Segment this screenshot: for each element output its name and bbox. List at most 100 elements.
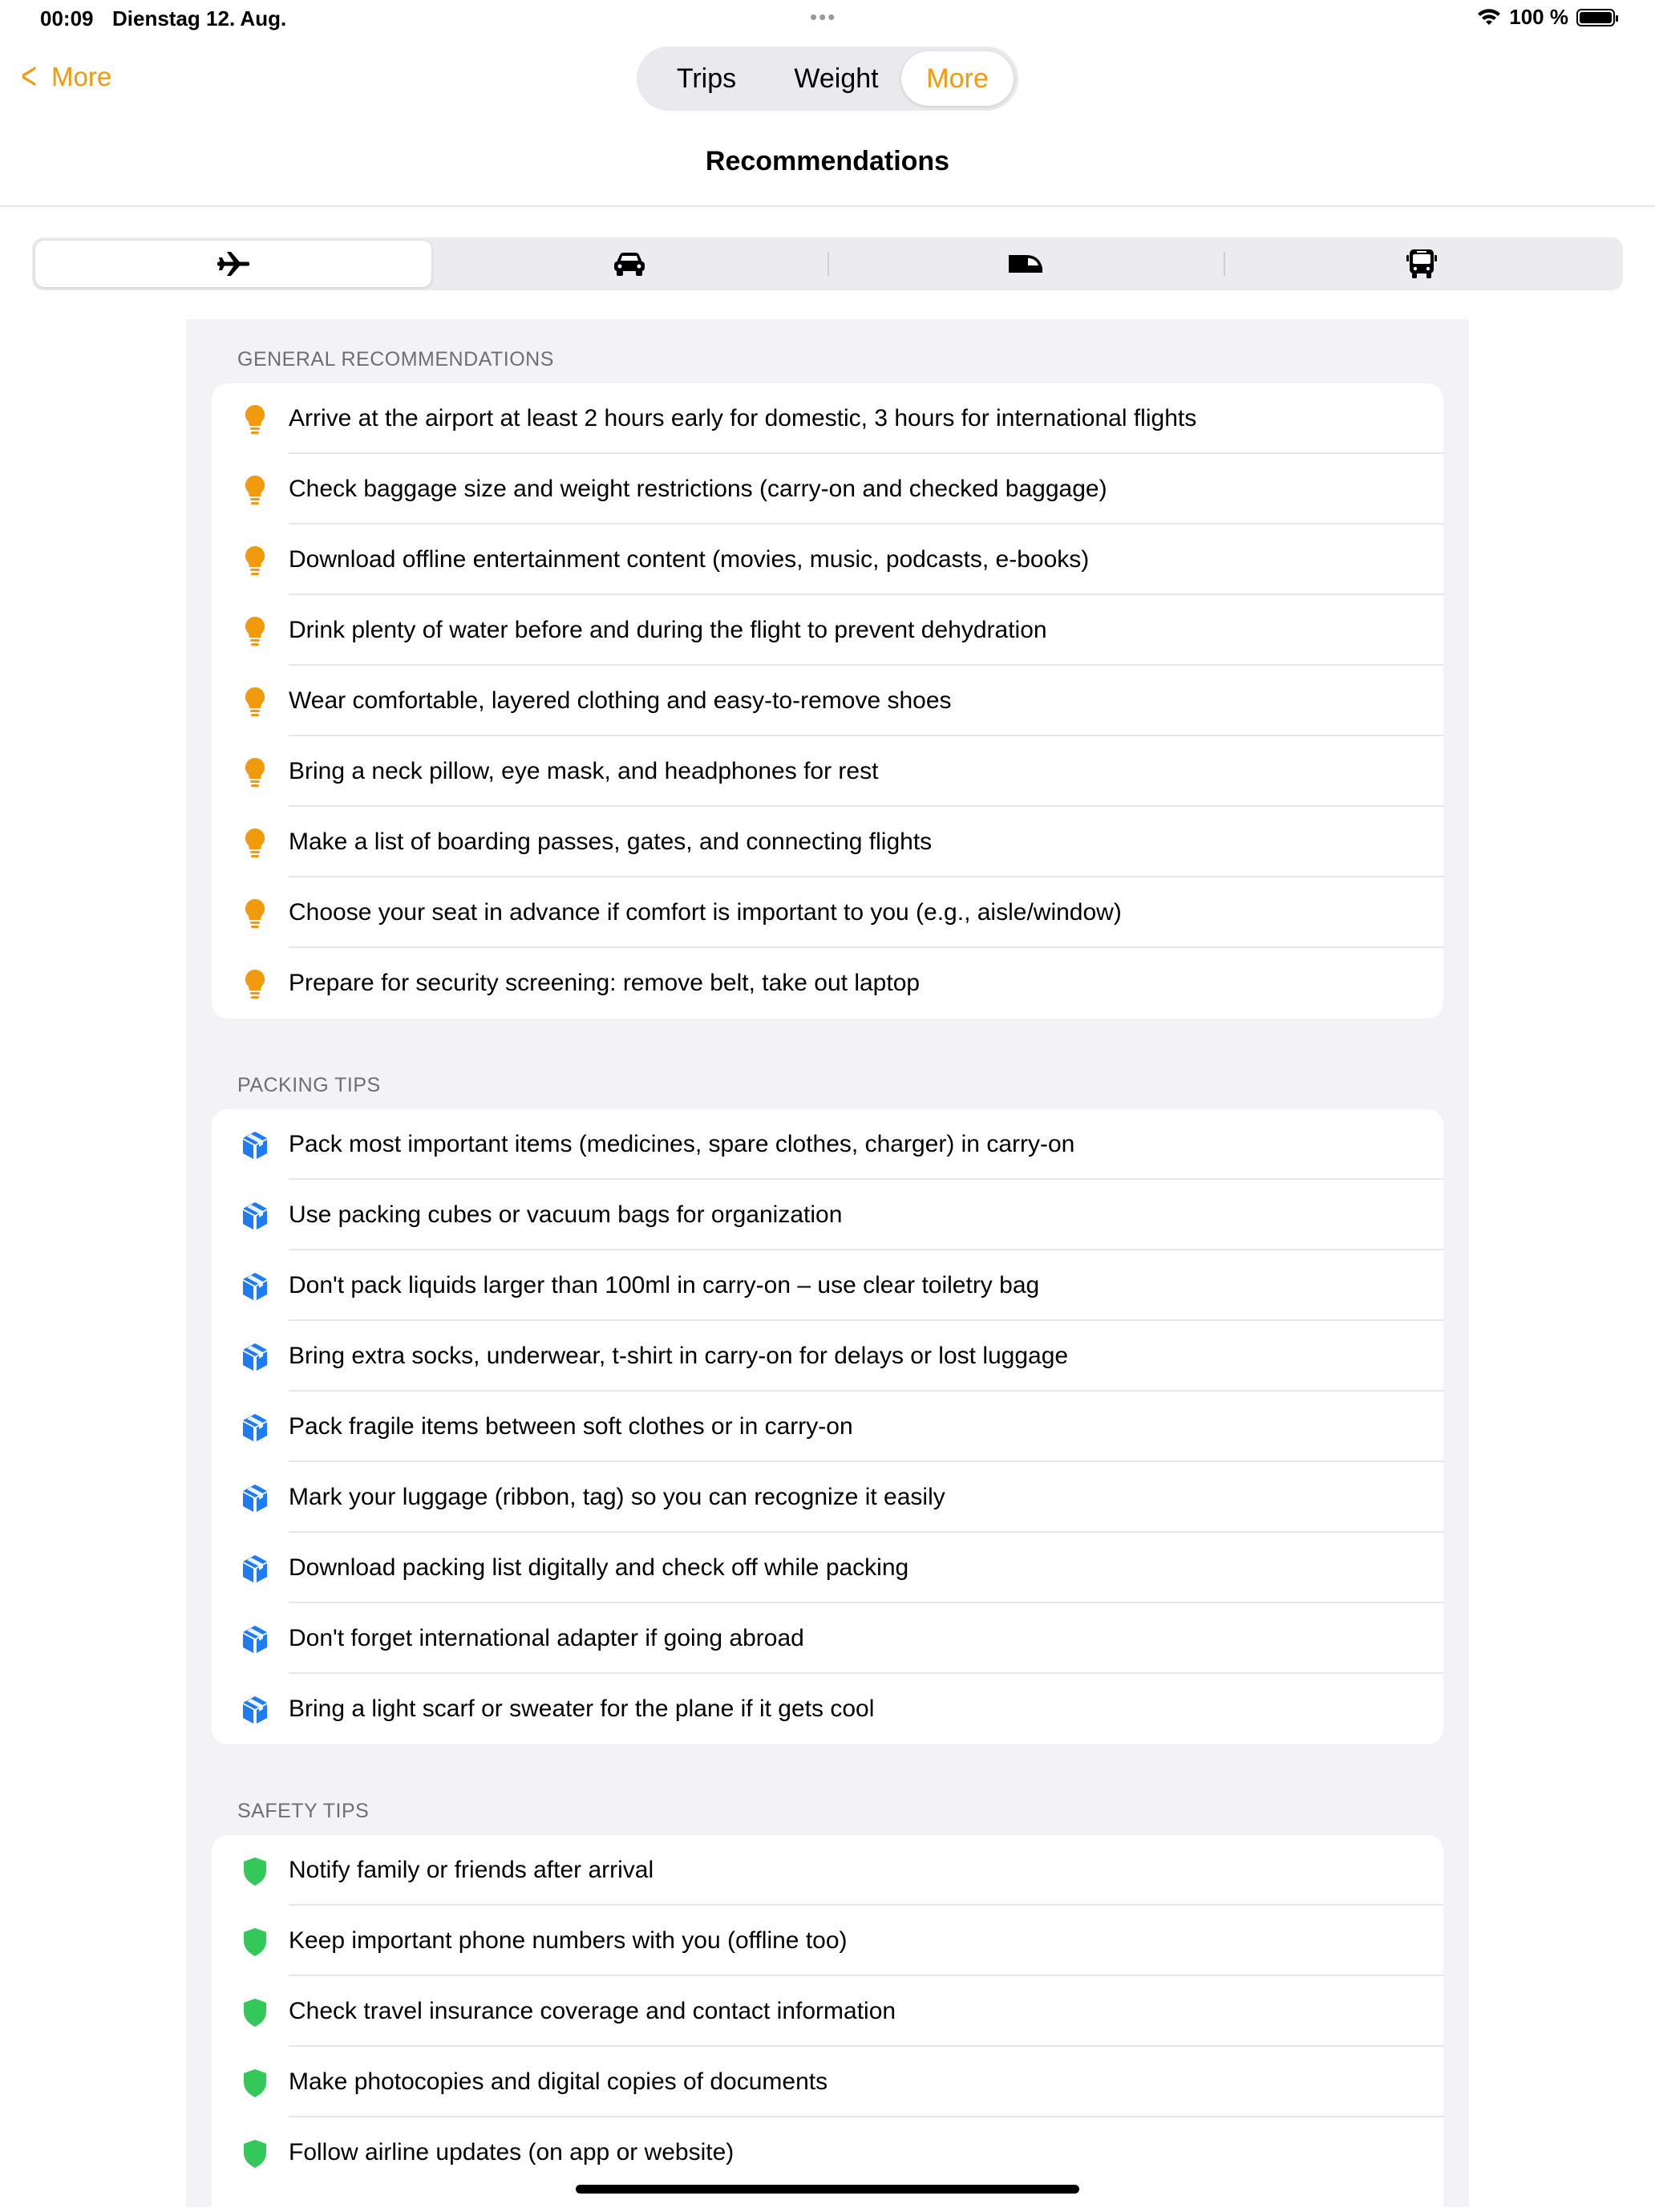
back-button[interactable]: < More	[18, 55, 112, 98]
list-item[interactable]: Don't forget international adapter if go…	[212, 1603, 1443, 1674]
list-item[interactable]: Bring extra socks, underwear, t-shirt in…	[212, 1321, 1443, 1392]
list-item-text: Bring a light scarf or sweater for the p…	[289, 1695, 875, 1722]
battery-percentage: 100 %	[1509, 5, 1568, 29]
tab-airplane[interactable]	[35, 241, 431, 287]
recommendations-panel[interactable]: GENERAL RECOMMENDATIONS Arrive at the ai…	[186, 319, 1469, 2212]
list-item[interactable]: Follow airline updates (on app or websit…	[212, 2117, 1443, 2188]
list-item-text: Wear comfortable, layered clothing and e…	[289, 687, 952, 714]
cube-icon	[241, 1412, 269, 1444]
multitasking-dots-icon[interactable]: •••	[810, 5, 836, 30]
list-item-text: Bring a neck pillow, eye mask, and headp…	[289, 758, 879, 784]
segment-more[interactable]: More	[901, 51, 1014, 106]
cube-icon	[241, 1270, 269, 1302]
list-item-text: Follow airline updates (on app or websit…	[289, 2139, 734, 2165]
list-item[interactable]: Check travel insurance coverage and cont…	[212, 1976, 1443, 2047]
cube-icon	[241, 1129, 269, 1161]
list-item-text: Bring extra socks, underwear, t-shirt in…	[289, 1343, 1069, 1369]
cube-icon	[241, 1341, 269, 1373]
section-header-safety: SAFETY TIPS	[237, 1800, 370, 1822]
list-item-text: Download packing list digitally and chec…	[289, 1554, 909, 1581]
bus-icon	[1406, 249, 1437, 278]
section-header-packing: PACKING TIPS	[237, 1074, 381, 1096]
list-item[interactable]: Download offline entertainment content (…	[212, 525, 1443, 595]
shield-icon	[241, 1926, 269, 1958]
lightbulb-icon	[241, 403, 269, 436]
nav-divider	[0, 205, 1655, 207]
list-item-text: Don't forget international adapter if go…	[289, 1625, 804, 1651]
train-icon	[1009, 255, 1042, 273]
wifi-icon	[1478, 8, 1501, 25]
list-item-text: Arrive at the airport at least 2 hours e…	[289, 405, 1197, 431]
list-item[interactable]: Wear comfortable, layered clothing and e…	[212, 666, 1443, 736]
list-item[interactable]: Use packing cubes or vacuum bags for org…	[212, 1180, 1443, 1250]
airplane-icon	[217, 252, 249, 276]
cube-icon	[241, 1482, 269, 1514]
list-item[interactable]: Make a list of boarding passes, gates, a…	[212, 807, 1443, 877]
list-item[interactable]: Make photocopies and digital copies of d…	[212, 2047, 1443, 2117]
back-button-label: More	[51, 62, 112, 91]
lightbulb-icon	[241, 615, 269, 647]
list-item-text: Pack fragile items between soft clothes …	[289, 1413, 853, 1440]
list-item[interactable]: Keep important phone numbers with you (o…	[212, 1906, 1443, 1976]
tab-train[interactable]	[828, 241, 1224, 287]
general-recommendations-list: Arrive at the airport at least 2 hours e…	[212, 383, 1443, 1019]
list-item[interactable]: Notify family or friends after arrival	[212, 1835, 1443, 1906]
list-item[interactable]: Prepare for security screening: remove b…	[212, 948, 1443, 1019]
section-header-general: GENERAL RECOMMENDATIONS	[237, 348, 554, 371]
transport-segmented-control	[32, 237, 1623, 290]
cube-icon	[241, 1623, 269, 1655]
list-item[interactable]: Drink plenty of water before and during …	[212, 595, 1443, 666]
car-icon	[614, 253, 645, 276]
battery-icon	[1576, 8, 1618, 26]
segment-trips[interactable]: Trips	[641, 51, 771, 106]
cube-icon	[241, 1553, 269, 1585]
list-item-text: Make a list of boarding passes, gates, a…	[289, 828, 933, 855]
lightbulb-icon	[241, 686, 269, 718]
home-indicator[interactable]	[576, 2185, 1079, 2194]
cube-icon	[241, 1200, 269, 1232]
list-item[interactable]: Arrive at the airport at least 2 hours e…	[212, 383, 1443, 454]
shield-icon	[241, 1855, 269, 1887]
list-item-text: Mark your luggage (ribbon, tag) so you c…	[289, 1484, 945, 1510]
list-item[interactable]: Download packing list digitally and chec…	[212, 1533, 1443, 1603]
list-item-text: Check travel insurance coverage and cont…	[289, 1998, 896, 2024]
shield-icon	[241, 1996, 269, 2028]
safety-tips-list: Notify family or friends after arrival K…	[212, 1835, 1443, 2212]
tab-bus[interactable]	[1224, 241, 1620, 287]
lightbulb-icon	[241, 897, 269, 930]
lightbulb-icon	[241, 968, 269, 1000]
page-title: Recommendations	[705, 146, 950, 176]
list-item[interactable]: Mark your luggage (ribbon, tag) so you c…	[212, 1462, 1443, 1533]
list-item[interactable]: Pack most important items (medicines, sp…	[212, 1109, 1443, 1180]
lightbulb-icon	[241, 474, 269, 506]
status-bar: 00:09 Dienstag 12. Aug. ••• 100 %	[0, 0, 1655, 38]
list-item-text: Keep important phone numbers with you (o…	[289, 1927, 848, 1954]
list-item-text: Check baggage size and weight restrictio…	[289, 476, 1107, 502]
list-item-text: Make photocopies and digital copies of d…	[289, 2068, 828, 2095]
chevron-left-icon: <	[21, 55, 37, 98]
status-time: 00:09	[40, 6, 94, 30]
list-item-text: Choose your seat in advance if comfort i…	[289, 899, 1122, 926]
shield-icon	[241, 2067, 269, 2099]
status-date: Dienstag 12. Aug.	[112, 6, 287, 30]
lightbulb-icon	[241, 545, 269, 577]
lightbulb-icon	[241, 756, 269, 788]
tab-car[interactable]	[431, 241, 828, 287]
list-item[interactable]: Bring a neck pillow, eye mask, and headp…	[212, 736, 1443, 807]
main-segmented-control: Trips Weight More	[637, 47, 1018, 111]
cube-icon	[241, 1694, 269, 1726]
list-item[interactable]: Choose your seat in advance if comfort i…	[212, 877, 1443, 948]
segment-weight[interactable]: Weight	[771, 51, 901, 106]
list-item-text: Pack most important items (medicines, sp…	[289, 1131, 1075, 1157]
list-item[interactable]: Bring a light scarf or sweater for the p…	[212, 1674, 1443, 1744]
list-item-text: Prepare for security screening: remove b…	[289, 970, 921, 996]
list-item[interactable]: Don't pack liquids larger than 100ml in …	[212, 1250, 1443, 1321]
lightbulb-icon	[241, 827, 269, 859]
list-item-text: Use packing cubes or vacuum bags for org…	[289, 1201, 843, 1228]
list-item[interactable]: Check baggage size and weight restrictio…	[212, 454, 1443, 525]
list-item-text: Drink plenty of water before and during …	[289, 617, 1047, 643]
packing-tips-list: Pack most important items (medicines, sp…	[212, 1109, 1443, 1744]
list-item-text: Notify family or friends after arrival	[289, 1857, 654, 1883]
list-item[interactable]: Pack fragile items between soft clothes …	[212, 1392, 1443, 1462]
list-item-text: Download offline entertainment content (…	[289, 546, 1090, 573]
